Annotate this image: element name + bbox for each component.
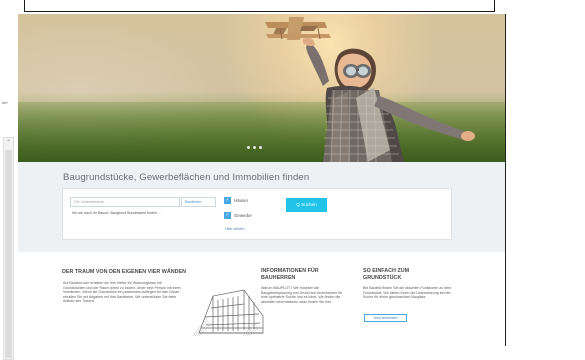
info-builders-text: Warum BAUPLOT? Wir möchten die Baugebiet… <box>261 286 343 304</box>
left-sidebar: ber ⌃ <box>0 14 18 360</box>
checkbox-icon[interactable]: ✓ <box>224 197 231 204</box>
easy-plot-title: SO EINFACH ZUM GRUNDSTÜCK <box>363 268 410 281</box>
easy-plot-text: Bei Baufeld finden Sie die aktuellen Fun… <box>363 286 452 300</box>
hero-carousel-dots[interactable] <box>247 146 262 149</box>
browser-top-frame <box>24 0 495 12</box>
carousel-dot-2[interactable] <box>253 146 256 149</box>
info-builders-title: INFORMATIONEN FÜR BAUHERREN <box>261 268 319 281</box>
hero-illustration <box>265 17 475 162</box>
checkbox-commercial[interactable]: ✓ Gewerbe <box>224 212 252 219</box>
dream-home-title: DER TRAUM VON DEN EIGENEN VIER WÄNDEN <box>62 269 186 275</box>
checkbox-houses[interactable]: ✓ Häuser <box>224 197 248 204</box>
filter-link[interactable]: Hilfe wählen <box>225 227 245 231</box>
right-side-area <box>506 14 585 346</box>
location-input[interactable]: Ort, Umkreissuche <box>70 197 180 207</box>
search-form: Ort, Umkreissuche Baufelder Wo sie nach … <box>62 188 452 240</box>
toy-plane-icon <box>265 17 331 40</box>
carousel-dot-3[interactable] <box>259 146 262 149</box>
search-panel: Baugrundstücke, Gewerbeflächen und Immob… <box>18 162 505 252</box>
scroll-up-icon[interactable]: ⌃ <box>4 140 13 146</box>
register-button[interactable]: Jetzt anmelden <box>364 314 407 322</box>
hero-banner <box>18 14 505 162</box>
checkbox-commercial-label: Gewerbe <box>234 213 252 218</box>
search-example-text: Wo sie nach Ihr Bauort, Baugrund Bundesl… <box>72 211 162 215</box>
search-title: Baugrundstücke, Gewerbeflächen und Immob… <box>63 172 310 183</box>
category-select[interactable]: Baufelder <box>181 197 216 207</box>
info-section: DER TRAUM VON DEN EIGENEN VIER WÄNDEN Au… <box>18 252 505 346</box>
checkbox-houses-label: Häuser <box>234 198 249 203</box>
left-scrollbar[interactable]: ⌃ <box>3 137 14 360</box>
search-button[interactable]: Q Suchen <box>286 198 327 212</box>
scrollbar-thumb[interactable] <box>5 150 12 358</box>
checkbox-icon[interactable]: ✓ <box>224 212 231 219</box>
child-figure <box>303 37 475 162</box>
left-sidebar-text: ber <box>2 100 8 105</box>
dream-home-text: Auf Baufeld.com erhalten sie ihre Helfer… <box>63 281 181 304</box>
carousel-dot-1[interactable] <box>247 146 250 149</box>
house-sketch-icon <box>193 289 264 337</box>
